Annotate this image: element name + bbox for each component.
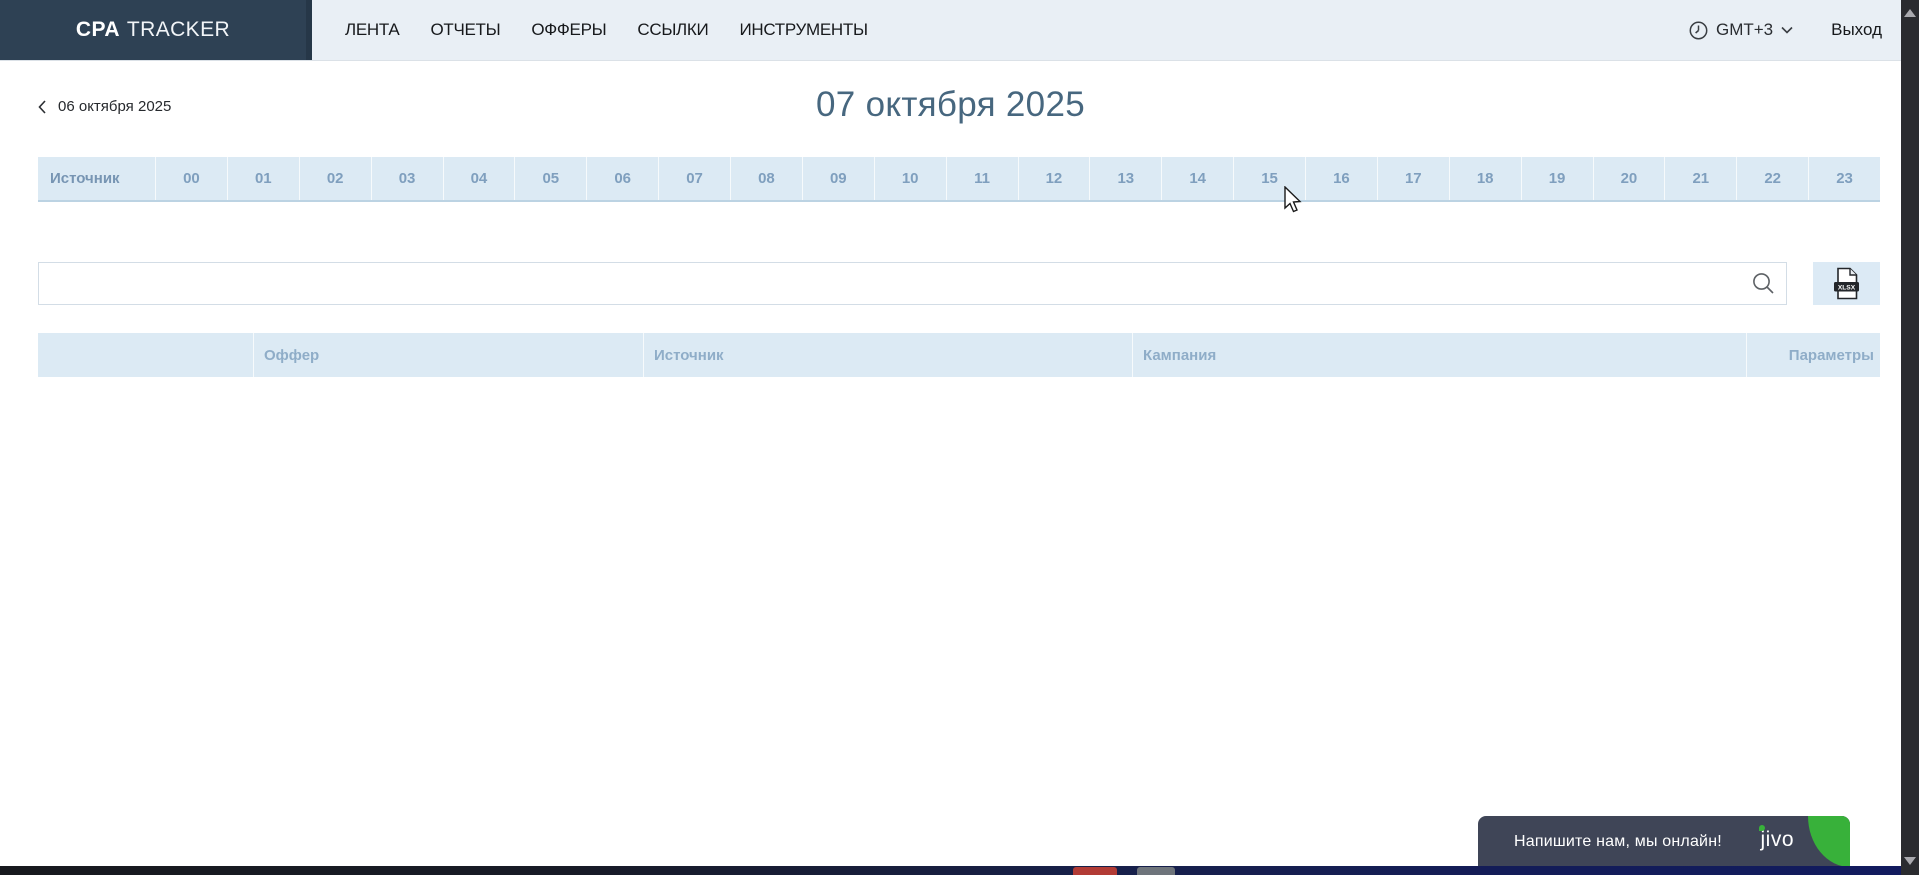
hour-column-16: 16 <box>1305 157 1377 200</box>
table-header-source: Источник <box>643 333 1132 377</box>
hour-column-10: 10 <box>874 157 946 200</box>
results-table-header: ОфферИсточникКампанияПараметры <box>38 333 1880 377</box>
table-header-offer: Оффер <box>253 333 643 377</box>
nav-item-ssylki[interactable]: ССЫЛКИ <box>637 20 708 40</box>
nav-item-offery[interactable]: ОФФЕРЫ <box>531 20 606 40</box>
hour-column-14: 14 <box>1161 157 1233 200</box>
table-header-campaign: Кампания <box>1132 333 1746 377</box>
nav-item-otchety[interactable]: ОТЧЕТЫ <box>430 20 500 40</box>
table-header-empty <box>38 333 253 377</box>
scroll-up-arrow-icon[interactable] <box>1904 9 1916 17</box>
hour-column-02: 02 <box>299 157 371 200</box>
table-header-params: Параметры <box>1746 333 1880 377</box>
hour-column-17: 17 <box>1377 157 1449 200</box>
hour-column-23: 23 <box>1808 157 1880 200</box>
search-icon[interactable] <box>1752 272 1775 295</box>
hours-source-header: Источник <box>38 157 155 200</box>
navbar-right: GMT+3 Выход <box>1689 0 1919 60</box>
hour-column-21: 21 <box>1664 157 1736 200</box>
jivo-leaf-icon <box>1808 816 1850 867</box>
search-input[interactable] <box>38 262 1787 305</box>
main-menu: ЛЕНТА ОТЧЕТЫ ОФФЕРЫ ССЫЛКИ ИНСТРУМЕНТЫ <box>345 0 868 60</box>
hour-column-19: 19 <box>1521 157 1593 200</box>
hour-column-08: 08 <box>730 157 802 200</box>
bottom-bar-red-chip <box>1073 867 1117 875</box>
logo-text-bold: CPA <box>76 18 120 42</box>
top-navbar: CPA TRACKER ЛЕНТА ОТЧЕТЫ ОФФЕРЫ ССЫЛКИ ИНСТР… <box>0 0 1919 61</box>
page-title: 07 октября 2025 <box>0 85 1901 125</box>
app-logo[interactable]: CPA TRACKER <box>0 0 312 60</box>
timezone-label: GMT+3 <box>1716 20 1773 40</box>
chat-message: Напишите нам, мы онлайн! <box>1478 833 1722 851</box>
timezone-selector[interactable]: GMT+3 <box>1689 20 1793 40</box>
hour-column-22: 22 <box>1736 157 1808 200</box>
hour-column-07: 07 <box>658 157 730 200</box>
xlsx-file-icon: XLSX <box>1833 267 1860 300</box>
hour-column-18: 18 <box>1449 157 1521 200</box>
chevron-down-icon <box>1781 26 1793 34</box>
bottom-bar <box>0 866 1901 875</box>
chat-widget[interactable]: Напишите нам, мы онлайн! jivo <box>1478 816 1850 867</box>
page-head: 06 октября 2025 07 октября 2025 <box>0 61 1901 157</box>
jivo-logo: jivo <box>1760 828 1794 852</box>
hours-header-row: Источник 0001020304050607080910111213141… <box>38 157 1880 202</box>
vertical-scrollbar[interactable] <box>1901 0 1919 875</box>
bottom-bar-gray-chip <box>1137 867 1175 875</box>
xlsx-icon-label: XLSX <box>1838 284 1856 291</box>
logo-text-rest: TRACKER <box>127 18 230 42</box>
nav-item-instrumenty[interactable]: ИНСТРУМЕНТЫ <box>739 20 867 40</box>
hour-column-20: 20 <box>1593 157 1665 200</box>
export-xlsx-button[interactable]: XLSX <box>1813 262 1880 305</box>
hour-column-00: 00 <box>155 157 227 200</box>
logout-link[interactable]: Выход <box>1831 20 1882 40</box>
hour-column-09: 09 <box>802 157 874 200</box>
search-row: XLSX <box>38 262 1880 305</box>
hour-column-15: 15 <box>1233 157 1305 200</box>
hour-column-05: 05 <box>514 157 586 200</box>
clock-icon <box>1689 21 1708 40</box>
hour-column-11: 11 <box>946 157 1018 200</box>
hour-column-12: 12 <box>1018 157 1090 200</box>
jivo-logo-text: jivo <box>1760 828 1794 851</box>
hour-column-13: 13 <box>1089 157 1161 200</box>
hour-column-04: 04 <box>443 157 515 200</box>
nav-item-lenta[interactable]: ЛЕНТА <box>345 20 399 40</box>
scroll-down-arrow-icon[interactable] <box>1904 857 1916 865</box>
hour-column-06: 06 <box>586 157 658 200</box>
search-box <box>38 262 1787 305</box>
hour-column-01: 01 <box>227 157 299 200</box>
hour-column-03: 03 <box>371 157 443 200</box>
